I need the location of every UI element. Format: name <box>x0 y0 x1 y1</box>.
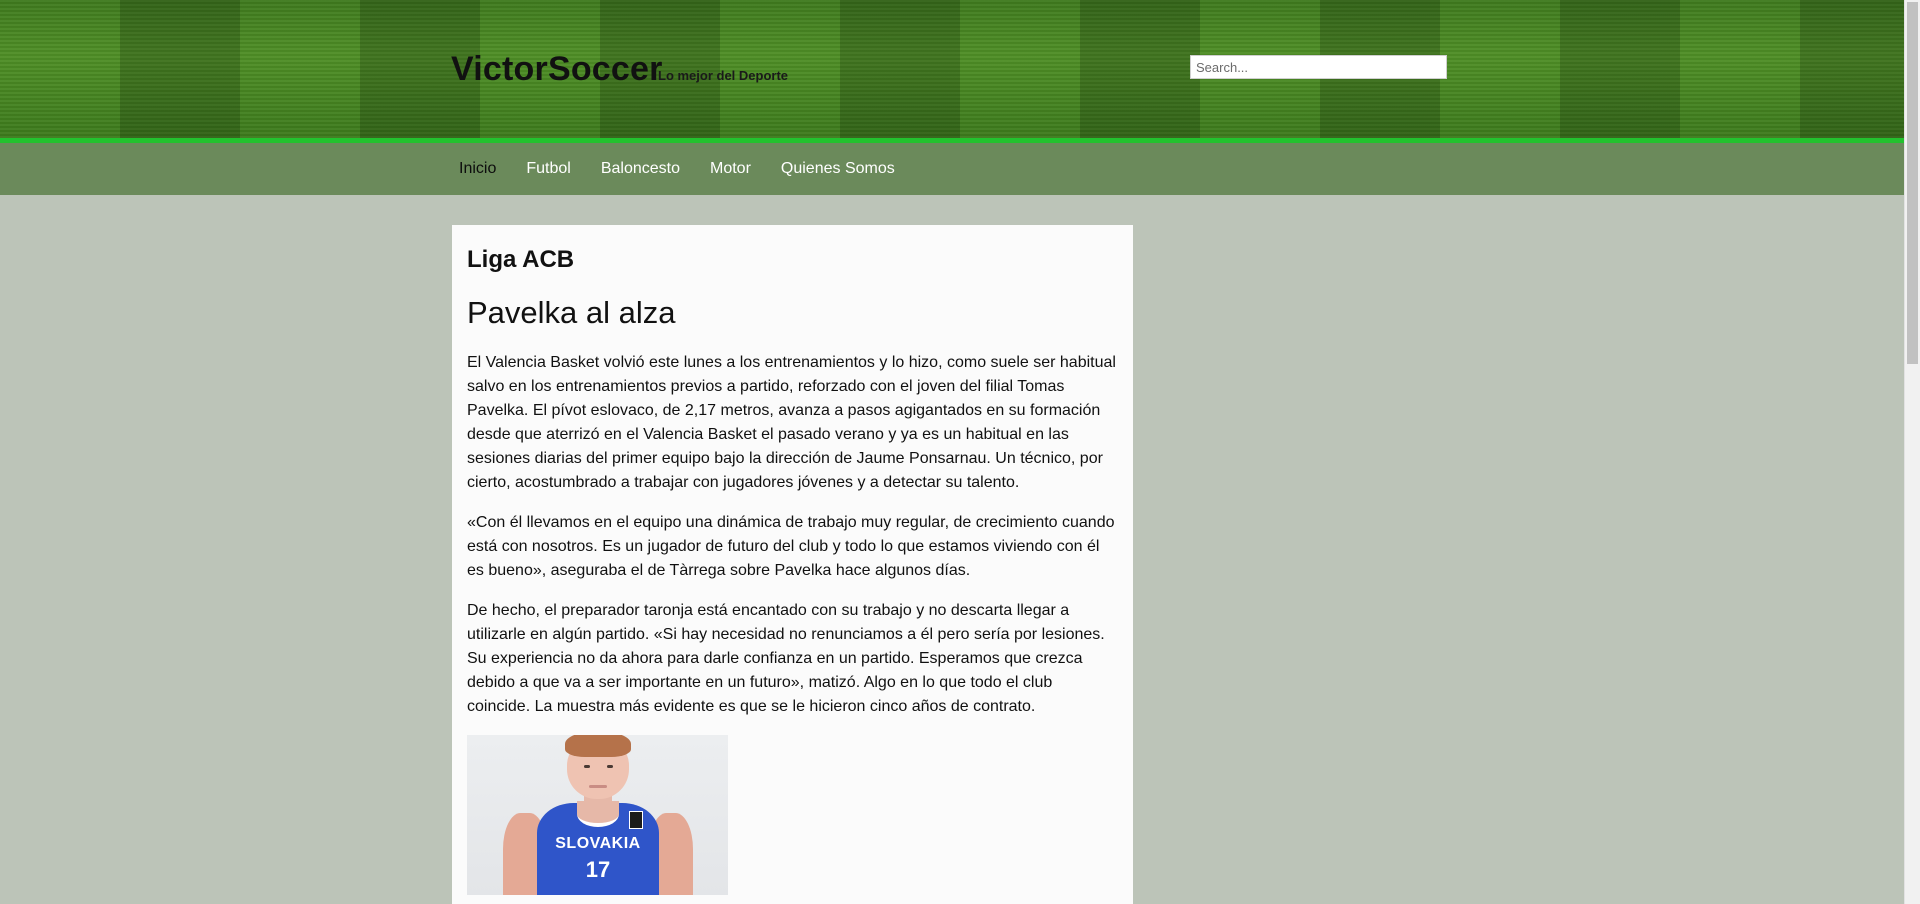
player-eye-left <box>584 765 590 768</box>
site-header: VictorSoccer Lo mejor del Deporte <box>0 0 1904 138</box>
jersey-number: 17 <box>585 857 611 882</box>
jersey-text: SLOVAKIA <box>555 835 641 852</box>
nav-item-futbol[interactable]: Futbol <box>518 143 578 195</box>
nav-item-quienes-somos[interactable]: Quienes Somos <box>773 143 903 195</box>
article-paragraph: El Valencia Basket volvió este lunes a l… <box>467 354 1116 491</box>
article-title: Pavelka al alza <box>467 295 676 330</box>
player-mouth <box>589 785 607 788</box>
nav-item-inicio[interactable]: Inicio <box>451 143 504 195</box>
page-scrollbar[interactable] <box>1904 0 1920 904</box>
article-paragraph: «Con él llevamos en el equipo una dinámi… <box>467 514 1115 579</box>
player-photo: SLOVAKIA 17 <box>467 735 728 895</box>
player-collar <box>577 801 619 827</box>
section-title: Liga ACB <box>467 246 575 273</box>
nav-item-motor[interactable]: Motor <box>702 143 759 195</box>
player-eye-right <box>607 765 613 768</box>
main-nav: Inicio Futbol Baloncesto Motor Quienes S… <box>0 143 1904 195</box>
search-input[interactable] <box>1190 55 1447 79</box>
page: VictorSoccer Lo mejor del Deporte Inicio… <box>0 0 1904 904</box>
site-tagline: Lo mejor del Deporte <box>658 68 789 83</box>
site-title-link[interactable]: VictorSoccer <box>451 50 663 89</box>
jersey-badge-icon <box>629 811 643 829</box>
nav-item-baloncesto[interactable]: Baloncesto <box>593 143 688 195</box>
player-hair <box>565 735 631 757</box>
article-card: Liga ACB Pavelka al alza El Valencia Bas… <box>452 225 1133 904</box>
scrollbar-thumb[interactable] <box>1907 2 1918 364</box>
article-paragraph: De hecho, el preparador taronja está enc… <box>467 602 1105 715</box>
nav-list: Inicio Futbol Baloncesto Motor Quienes S… <box>451 143 917 195</box>
